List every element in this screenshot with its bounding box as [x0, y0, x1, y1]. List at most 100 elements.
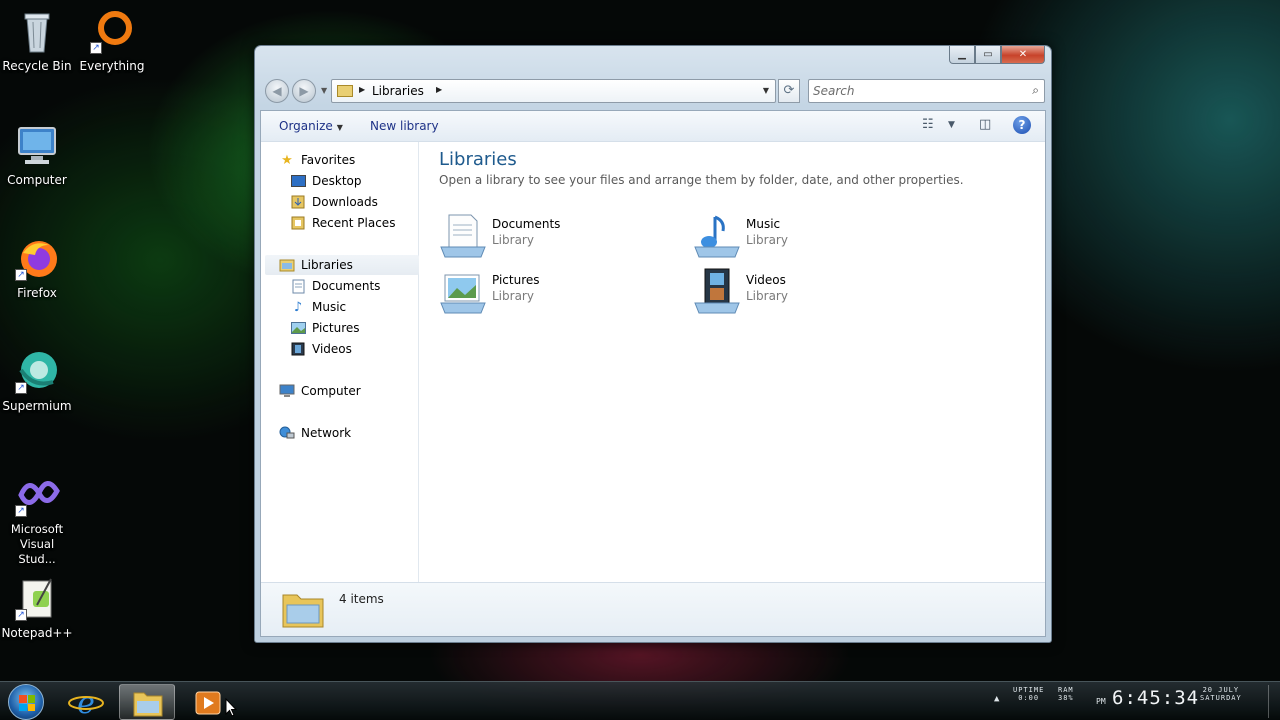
everything-icon: ↗: [88, 8, 136, 56]
desktop-icon-computer[interactable]: Computer: [0, 122, 74, 188]
library-name: Music: [746, 217, 781, 231]
nav-label: Network: [301, 426, 352, 440]
desktop-icon-supermium[interactable]: ↗ Supermium: [0, 348, 74, 414]
desktop-icon-notepad-plus-plus[interactable]: ↗ Notepad++: [0, 575, 74, 641]
folder-icon: [337, 85, 353, 97]
clock-time[interactable]: 6:45:34: [1112, 687, 1199, 709]
pictures-icon: [290, 320, 306, 336]
recent-pages-dropdown-icon[interactable]: ▼: [321, 86, 327, 95]
explorer-window[interactable]: ▁ ▭ ✕ ◀ ▶ ▼ ▶ Libraries ▶ ▼ ⟳ Search ⌕ O…: [254, 45, 1052, 643]
windows-logo-icon: [19, 695, 35, 711]
back-button[interactable]: ◀: [265, 79, 289, 103]
date-label: 20 JULY: [1202, 686, 1240, 694]
nav-downloads[interactable]: Downloads: [290, 192, 378, 212]
taskbar-windows-explorer[interactable]: [119, 684, 175, 720]
close-button[interactable]: ✕: [1001, 46, 1045, 64]
help-icon[interactable]: ?: [1013, 116, 1031, 134]
desktop-icon-firefox[interactable]: ↗ Firefox: [0, 235, 74, 301]
network-icon: [279, 425, 295, 441]
downloads-folder-icon: [290, 194, 306, 210]
computer-icon: [13, 122, 61, 170]
navigation-bar: ◀ ▶ ▼ ▶ Libraries ▶ ▼ ⟳ Search ⌕: [263, 77, 1045, 105]
breadcrumb-libraries[interactable]: Libraries: [372, 84, 424, 98]
command-bar: Organize ▼ New library ☷ ▼ ◫ ?: [261, 111, 1045, 142]
details-pane: 4 items: [261, 582, 1045, 636]
nav-recent-places[interactable]: Recent Places: [290, 213, 395, 233]
windows-explorer-icon: [133, 692, 163, 717]
visual-studio-icon: ↗: [13, 471, 61, 519]
desktop-icon-visual-studio[interactable]: ↗ Microsoft Visual Stud...: [0, 471, 74, 567]
nav-documents[interactable]: Documents: [290, 276, 380, 296]
organize-button[interactable]: Organize ▼: [279, 119, 343, 133]
search-icon[interactable]: ⌕: [1032, 83, 1039, 98]
shortcut-arrow-icon: ↗: [15, 382, 27, 394]
search-placeholder: Search: [813, 84, 855, 98]
nav-label: Desktop: [312, 174, 362, 188]
page-title: Libraries: [439, 149, 517, 170]
desktop-icon-everything[interactable]: ↗ Everything: [75, 8, 149, 74]
address-bar[interactable]: ▶ Libraries ▶ ▼: [331, 79, 776, 103]
taskbar-internet-explorer[interactable]: e: [58, 684, 114, 720]
nav-label: Videos: [312, 342, 352, 356]
maximize-button[interactable]: ▭: [975, 46, 1001, 64]
nav-pictures[interactable]: Pictures: [290, 318, 360, 338]
forward-button[interactable]: ▶: [292, 79, 316, 103]
documents-library-icon: [439, 211, 487, 259]
ampm-indicator: PM: [1096, 697, 1106, 706]
desktop-icon-label: Notepad++: [1, 626, 73, 640]
caption-buttons: ▁ ▭ ✕: [949, 46, 1045, 64]
nav-label: Libraries: [301, 258, 353, 272]
computer-icon: [279, 383, 295, 399]
nav-videos[interactable]: Videos: [290, 339, 352, 359]
desktop-icon-recycle-bin[interactable]: Recycle Bin: [0, 8, 74, 74]
address-dropdown-icon[interactable]: ▼: [763, 86, 769, 95]
pictures-library-icon: [439, 267, 487, 315]
library-type: Library: [746, 233, 788, 247]
library-videos[interactable]: Videos Library: [693, 267, 923, 317]
item-count: 4 items: [339, 592, 384, 606]
tray-overflow-icon[interactable]: ▲: [994, 694, 999, 704]
view-dropdown-icon[interactable]: ▼: [948, 120, 955, 130]
minimize-button[interactable]: ▁: [949, 46, 975, 64]
new-library-button[interactable]: New library: [370, 119, 439, 133]
library-music[interactable]: Music Library: [693, 211, 923, 261]
videos-library-icon: [693, 267, 741, 315]
supermium-icon: ↗: [13, 348, 61, 396]
date-gadget[interactable]: 20 JULY SATURDAY: [1200, 686, 1242, 702]
refresh-button[interactable]: ⟳: [778, 79, 800, 103]
show-desktop-button[interactable]: [1268, 685, 1280, 718]
nav-libraries[interactable]: Libraries: [265, 255, 419, 275]
nav-music[interactable]: ♪ Music: [290, 297, 346, 317]
desktop-icon-label: Everything: [79, 59, 145, 73]
nav-label: Documents: [312, 279, 381, 293]
firefox-icon: ↗: [13, 235, 61, 283]
nav-label: Downloads: [312, 195, 378, 209]
chevron-down-icon: ▼: [336, 123, 343, 132]
library-pictures[interactable]: Pictures Library: [439, 267, 669, 317]
libraries-folder-icon: [281, 589, 325, 629]
nav-desktop[interactable]: Desktop: [290, 171, 362, 191]
music-library-icon: [693, 211, 741, 259]
nav-label: Favorites: [301, 153, 356, 167]
organize-label: Organize: [279, 119, 333, 133]
desktop-icon-label: Firefox: [17, 286, 57, 300]
preview-pane-icon[interactable]: ◫: [979, 117, 991, 132]
nav-label: Music: [312, 300, 347, 314]
shortcut-arrow-icon: ↗: [15, 505, 27, 517]
start-button[interactable]: [8, 684, 44, 720]
ram-gadget: RAM 38%: [1058, 686, 1074, 702]
nav-favorites[interactable]: ★ Favorites: [279, 150, 355, 170]
nav-network[interactable]: Network: [279, 423, 351, 443]
library-type: Library: [492, 233, 534, 247]
ram-value: 38%: [1058, 694, 1074, 702]
desktop-icon-label: Microsoft Visual Stud...: [10, 522, 64, 566]
search-input[interactable]: Search ⌕: [808, 79, 1045, 103]
breadcrumb-separator-icon[interactable]: ▶: [436, 85, 442, 94]
libraries-icon: [279, 257, 295, 273]
change-view-icon[interactable]: ☷: [922, 117, 934, 132]
nav-label: Computer: [301, 384, 361, 398]
nav-computer[interactable]: Computer: [279, 381, 361, 401]
nav-label: Pictures: [312, 321, 360, 335]
library-documents[interactable]: Documents Library: [439, 211, 669, 261]
shortcut-arrow-icon: ↗: [15, 609, 27, 621]
